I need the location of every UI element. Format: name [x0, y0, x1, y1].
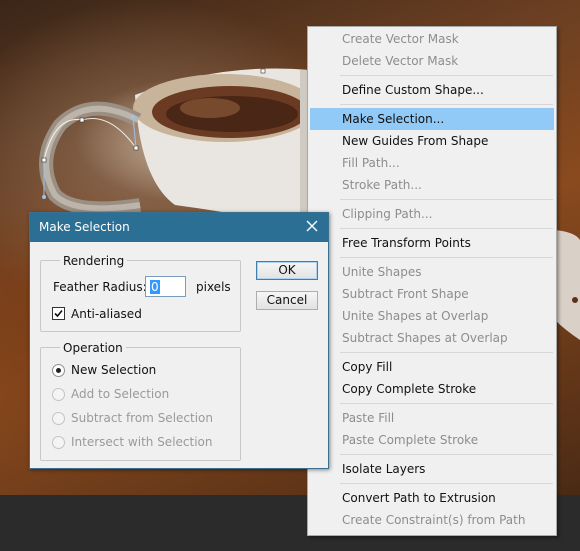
menu-item-new-guides-from-shape[interactable]: New Guides From Shape: [310, 130, 554, 152]
cancel-button[interactable]: Cancel: [256, 291, 318, 310]
menu-item-clipping-path[interactable]: Clipping Path...: [310, 203, 554, 225]
radio-intersect-with-selection[interactable]: [52, 436, 65, 449]
new-selection-label: New Selection: [71, 363, 157, 377]
menu-separator: [340, 75, 553, 76]
menu-item-fill-path[interactable]: Fill Path...: [310, 152, 554, 174]
menu-separator: [340, 454, 553, 455]
ok-button[interactable]: OK: [256, 261, 318, 280]
make-selection-dialog: Make Selection Rendering Feather Radius:…: [29, 212, 329, 469]
menu-item-free-transform-points[interactable]: Free Transform Points: [310, 232, 554, 254]
menu-item-subtract-shapes-at-overlap[interactable]: Subtract Shapes at Overlap: [310, 327, 554, 349]
menu-item-copy-fill[interactable]: Copy Fill: [310, 356, 554, 378]
menu-item-subtract-front-shape[interactable]: Subtract Front Shape: [310, 283, 554, 305]
menu-item-delete-vector-mask[interactable]: Delete Vector Mask: [310, 50, 554, 72]
menu-separator: [340, 199, 553, 200]
feather-radius-input[interactable]: 0: [145, 276, 186, 297]
menu-item-convert-path-to-extrusion[interactable]: Convert Path to Extrusion: [310, 487, 554, 509]
feather-radius-value: 0: [150, 280, 160, 294]
menu-item-stroke-path[interactable]: Stroke Path...: [310, 174, 554, 196]
anti-aliased-checkbox[interactable]: [52, 307, 65, 320]
feather-unit-label: pixels: [196, 280, 231, 294]
menu-separator: [340, 104, 553, 105]
menu-item-paste-fill[interactable]: Paste Fill: [310, 407, 554, 429]
checkmark-icon: [54, 309, 63, 318]
radio-new-selection[interactable]: [52, 364, 65, 377]
menu-separator: [340, 257, 553, 258]
menu-item-unite-shapes-at-overlap[interactable]: Unite Shapes at Overlap: [310, 305, 554, 327]
rendering-group: [40, 260, 241, 332]
add-to-selection-label: Add to Selection: [71, 387, 170, 401]
menu-item-paste-complete-stroke[interactable]: Paste Complete Stroke: [310, 429, 554, 451]
menu-item-make-selection[interactable]: Make Selection...: [310, 108, 554, 130]
radio-subtract-from-selection[interactable]: [52, 412, 65, 425]
menu-separator: [340, 352, 553, 353]
menu-separator: [340, 483, 553, 484]
menu-item-isolate-layers[interactable]: Isolate Layers: [310, 458, 554, 480]
intersect-with-selection-label: Intersect with Selection: [71, 435, 213, 449]
menu-item-define-custom-shape[interactable]: Define Custom Shape...: [310, 79, 554, 101]
dialog-titlebar[interactable]: Make Selection: [30, 213, 328, 242]
radio-selected-dot: [56, 368, 61, 373]
anti-aliased-label: Anti-aliased: [71, 307, 142, 321]
subtract-from-selection-label: Subtract from Selection: [71, 411, 213, 425]
menu-separator: [340, 228, 553, 229]
menu-item-copy-complete-stroke[interactable]: Copy Complete Stroke: [310, 378, 554, 400]
menu-item-create-constraints-from-path[interactable]: Create Constraint(s) from Path: [310, 509, 554, 531]
context-menu: Create Vector Mask Delete Vector Mask De…: [307, 26, 557, 536]
close-icon[interactable]: [304, 218, 320, 234]
operation-group-label: Operation: [60, 341, 126, 355]
rendering-group-label: Rendering: [60, 254, 128, 268]
dialog-title: Make Selection: [39, 220, 130, 234]
menu-separator: [340, 403, 553, 404]
feather-radius-label: Feather Radius:: [53, 280, 147, 294]
menu-item-unite-shapes[interactable]: Unite Shapes: [310, 261, 554, 283]
radio-add-to-selection[interactable]: [52, 388, 65, 401]
menu-item-create-vector-mask[interactable]: Create Vector Mask: [310, 28, 554, 50]
